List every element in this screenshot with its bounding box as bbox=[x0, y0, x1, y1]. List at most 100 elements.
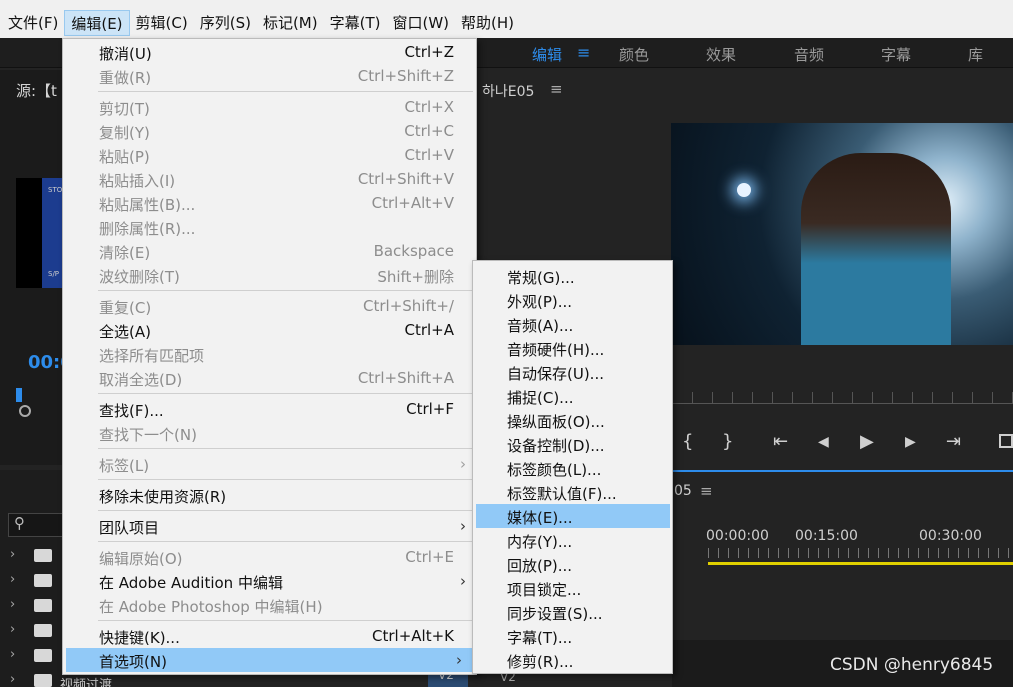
menu-item-duplicate[interactable]: 重复(C) Ctrl+Shift+/ bbox=[63, 294, 476, 318]
program-ruler[interactable] bbox=[672, 392, 1013, 404]
go-to-in-icon[interactable]: ⇤ bbox=[773, 431, 788, 452]
program-monitor-title[interactable]: 하나E05 bbox=[482, 81, 534, 101]
pref-control-surface[interactable]: 操纵面板(O)... bbox=[473, 408, 672, 432]
tab-captions[interactable]: 字幕 bbox=[881, 44, 911, 65]
go-to-out-icon[interactable]: ⇥ bbox=[946, 431, 961, 452]
tab-effects[interactable]: 效果 bbox=[706, 44, 736, 65]
menu-item-find[interactable]: 查找(F)... Ctrl+F bbox=[63, 397, 476, 421]
pref-captions[interactable]: 字幕(T)... bbox=[473, 624, 672, 648]
timeline-menu-icon[interactable]: ≡ bbox=[700, 482, 713, 500]
source-playhead[interactable] bbox=[16, 388, 22, 402]
chevron-right-icon: › bbox=[460, 455, 466, 473]
pref-trim[interactable]: 修剪(R)... bbox=[473, 648, 672, 672]
pref-label-defaults[interactable]: 标签默认值(F)... bbox=[473, 480, 672, 504]
timeline-ruler[interactable] bbox=[708, 548, 1013, 558]
program-video-frame bbox=[671, 123, 1013, 345]
pref-audio[interactable]: 音频(A)... bbox=[473, 312, 672, 336]
chevron-right-icon[interactable]: › bbox=[10, 672, 15, 687]
pref-sync-settings[interactable]: 同步设置(S)... bbox=[473, 600, 672, 624]
menu-item-label[interactable]: 标签(L) › bbox=[63, 452, 476, 476]
chevron-right-icon[interactable]: › bbox=[10, 647, 15, 662]
menu-item-deselect-all[interactable]: 取消全选(D) Ctrl+Shift+A bbox=[63, 366, 476, 390]
pref-playback[interactable]: 回放(P)... bbox=[473, 552, 672, 576]
menu-item-redo[interactable]: 重做(R) Ctrl+Shift+Z bbox=[63, 64, 476, 88]
menu-item-cut[interactable]: 剪切(T) Ctrl+X bbox=[63, 95, 476, 119]
pref-auto-save[interactable]: 自动保存(U)... bbox=[473, 360, 672, 384]
chevron-right-icon[interactable]: › bbox=[10, 597, 15, 612]
menu-captions[interactable]: 字幕(T) bbox=[324, 10, 387, 36]
menu-item-undo[interactable]: 撤消(U) Ctrl+Z bbox=[63, 40, 476, 64]
menu-item-team-project[interactable]: 团队项目 › bbox=[63, 514, 476, 538]
pref-appearance[interactable]: 外观(P)... bbox=[473, 288, 672, 312]
chevron-right-icon[interactable]: › bbox=[10, 572, 15, 587]
timeline-time-1: 00:15:00 bbox=[795, 528, 858, 544]
tab-library[interactable]: 库 bbox=[968, 44, 983, 65]
export-frame-icon[interactable] bbox=[999, 434, 1013, 448]
menu-markers[interactable]: 标记(M) bbox=[257, 10, 324, 36]
menu-item-copy[interactable]: 复制(Y) Ctrl+C bbox=[63, 119, 476, 143]
source-thumbnail-black bbox=[16, 178, 42, 288]
workspace-menu-icon[interactable]: ≡ bbox=[577, 43, 590, 62]
timeline-work-area-bar[interactable] bbox=[708, 562, 1013, 565]
menu-item-select-all[interactable]: 全选(A) Ctrl+A bbox=[63, 318, 476, 342]
program-menu-icon[interactable]: ≡ bbox=[550, 80, 563, 98]
timeline-time-2: 00:30:00 bbox=[919, 528, 982, 544]
chevron-right-icon[interactable]: › bbox=[10, 547, 15, 562]
menu-help[interactable]: 帮助(H) bbox=[455, 10, 520, 36]
folder-icon bbox=[34, 624, 52, 637]
menu-item-edit-in-audition[interactable]: 在 Adobe Audition 中编辑 › bbox=[63, 569, 476, 593]
step-back-icon[interactable]: ◀ bbox=[818, 434, 829, 450]
menu-item-paste-attributes[interactable]: 粘贴属性(B)... Ctrl+Alt+V bbox=[63, 191, 476, 215]
menu-item-remove-attributes[interactable]: 删除属性(R)... bbox=[63, 215, 476, 239]
menu-item-ripple-delete[interactable]: 波纹删除(T) Shift+删除 bbox=[63, 263, 476, 287]
thumb-text-1: STO bbox=[48, 186, 63, 194]
menu-separator bbox=[98, 91, 473, 92]
menu-item-paste-insert[interactable]: 粘贴插入(I) Ctrl+Shift+V bbox=[63, 167, 476, 191]
pref-media[interactable]: 媒体(E)... bbox=[476, 504, 670, 528]
pref-audio-hardware[interactable]: 音频硬件(H)... bbox=[473, 336, 672, 360]
timeline-title[interactable]: 05 bbox=[674, 483, 692, 499]
play-icon[interactable]: ▶ bbox=[860, 431, 874, 452]
menu-separator bbox=[98, 620, 473, 621]
pref-device-control[interactable]: 设备控制(D)... bbox=[473, 432, 672, 456]
chevron-right-icon[interactable]: › bbox=[10, 622, 15, 637]
pref-general[interactable]: 常规(G)... bbox=[473, 264, 672, 288]
tab-color[interactable]: 颜色 bbox=[619, 44, 649, 65]
menu-item-edit-in-photoshop[interactable]: 在 Adobe Photoshop 中编辑(H) bbox=[63, 593, 476, 617]
mark-out-icon[interactable]: } bbox=[722, 431, 733, 452]
pref-capture[interactable]: 捕捉(C)... bbox=[473, 384, 672, 408]
project-item-transitions[interactable]: 视频过渡 bbox=[60, 674, 112, 687]
menu-sequence[interactable]: 序列(S) bbox=[194, 10, 257, 36]
menu-item-clear[interactable]: 清除(E) Backspace bbox=[63, 239, 476, 263]
tab-audio[interactable]: 音频 bbox=[794, 44, 824, 65]
menu-item-find-next[interactable]: 查找下一个(N) bbox=[63, 421, 476, 445]
menu-edit[interactable]: 编辑(E) bbox=[64, 10, 130, 36]
source-zoom-handle[interactable] bbox=[19, 405, 31, 417]
pref-memory[interactable]: 内存(Y)... bbox=[473, 528, 672, 552]
pref-project-locking[interactable]: 项目锁定... bbox=[473, 576, 672, 600]
menu-item-paste[interactable]: 粘贴(P) Ctrl+V bbox=[63, 143, 476, 167]
menu-separator bbox=[98, 479, 473, 480]
folder-icon bbox=[34, 549, 52, 562]
watermark: CSDN @henry6845 bbox=[830, 655, 994, 675]
menu-item-preferences[interactable]: 首选项(N) › bbox=[66, 648, 472, 672]
edit-menu: 撤消(U) Ctrl+Z 重做(R) Ctrl+Shift+Z 剪切(T) Ct… bbox=[62, 38, 477, 675]
folder-icon bbox=[34, 574, 52, 587]
search-icon: ⚲ bbox=[14, 514, 25, 532]
menu-item-keyboard-shortcuts[interactable]: 快捷键(K)... Ctrl+Alt+K bbox=[63, 624, 476, 648]
menu-separator bbox=[98, 541, 473, 542]
folder-icon bbox=[34, 599, 52, 612]
pref-label-colors[interactable]: 标签颜色(L)... bbox=[473, 456, 672, 480]
mark-in-icon[interactable]: { bbox=[682, 431, 693, 452]
menu-item-edit-original[interactable]: 编辑原始(O) Ctrl+E bbox=[63, 545, 476, 569]
menu-file[interactable]: 文件(F) bbox=[2, 10, 64, 36]
menu-clip[interactable]: 剪辑(C) bbox=[130, 10, 194, 36]
title-strip bbox=[0, 0, 1013, 8]
chevron-right-icon: › bbox=[460, 517, 466, 535]
step-forward-icon[interactable]: ▶ bbox=[905, 434, 916, 450]
menu-item-remove-unused[interactable]: 移除未使用资源(R) bbox=[63, 483, 476, 507]
source-tab[interactable]: 源:【t bbox=[16, 80, 57, 101]
menu-item-select-all-matching[interactable]: 选择所有匹配项 bbox=[63, 342, 476, 366]
tab-edit[interactable]: 编辑 bbox=[532, 44, 562, 65]
menu-window[interactable]: 窗口(W) bbox=[386, 10, 455, 36]
